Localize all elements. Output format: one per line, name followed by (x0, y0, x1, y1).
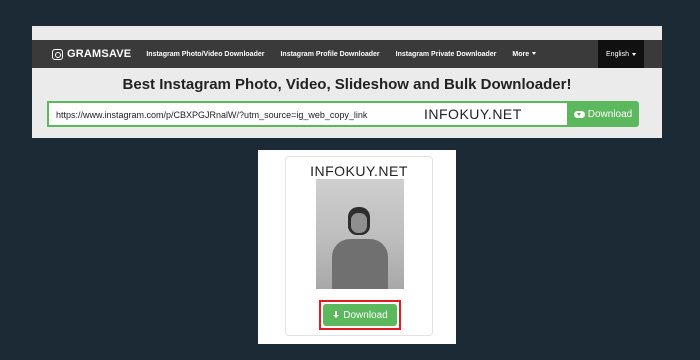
gramsave-page-screenshot: GRAMSAVE Instagram Photo/Video Downloade… (32, 26, 662, 138)
download-submit-label: Download (587, 108, 633, 120)
nav-photo-video-downloader[interactable]: Instagram Photo/Video Downloader (146, 51, 264, 58)
download-photo-label: Download (343, 309, 388, 321)
cloud-download-icon (573, 110, 585, 118)
url-form: https://www.instagram.com/p/CBXPGJRnalW/… (47, 101, 639, 127)
instagram-photo-preview (316, 179, 404, 289)
navbar: GRAMSAVE Instagram Photo/Video Downloade… (32, 40, 662, 68)
language-dropdown[interactable]: English (598, 40, 644, 68)
watermark-text: INFOKUY.NET (424, 106, 522, 122)
url-input-value: https://www.instagram.com/p/CBXPGJRnalW/… (56, 110, 368, 120)
url-input[interactable]: https://www.instagram.com/p/CBXPGJRnalW/… (47, 101, 567, 127)
watermark-text: INFOKUY.NET (310, 163, 408, 179)
download-arrow-icon (332, 310, 340, 320)
brand-logo[interactable]: GRAMSAVE (52, 48, 131, 60)
nav-more-label: More (512, 50, 530, 58)
brand-name: GRAMSAVE (67, 48, 132, 60)
result-screenshot: INFOKUY.NET Download (258, 150, 456, 344)
result-card: INFOKUY.NET Download (285, 156, 433, 336)
download-submit-button[interactable]: Download (567, 101, 639, 127)
language-label: English (606, 50, 629, 58)
nav-private-downloader[interactable]: Instagram Private Downloader (396, 51, 497, 58)
nav-more-menu[interactable]: More (512, 50, 537, 58)
caret-down-icon (532, 52, 537, 56)
caret-down-icon (631, 52, 636, 56)
photo-face-shape (351, 213, 367, 233)
nav-profile-downloader[interactable]: Instagram Profile Downloader (280, 51, 379, 58)
page-title: Best Instagram Photo, Video, Slideshow a… (122, 76, 572, 93)
instagram-icon (52, 48, 63, 60)
photo-body-shape (332, 239, 388, 289)
download-photo-button[interactable]: Download (323, 304, 397, 326)
